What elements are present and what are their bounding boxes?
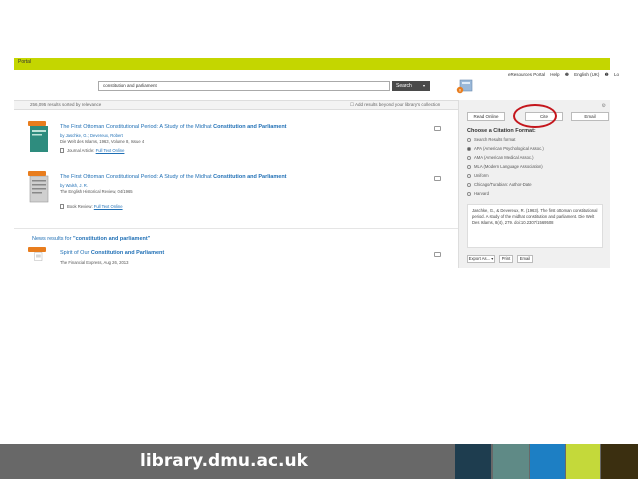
news-heading: News results for "constitution and parli… [32, 236, 151, 242]
comment-icon[interactable] [434, 126, 441, 131]
result-meta: Book Review: Full Text Online [60, 204, 123, 209]
top-bar-label: Portal [18, 59, 32, 65]
citation-text[interactable]: Jaschke, G., & Devereux, R. (1963). The … [467, 204, 603, 248]
radio-icon [467, 138, 471, 142]
format-option[interactable]: APA (American Psychological Assoc.) [467, 146, 544, 151]
footer-swatch [455, 444, 491, 479]
login-link[interactable]: Lo [614, 72, 619, 77]
result-title[interactable]: The First Ottoman Constitutional Period:… [60, 124, 287, 130]
book-cover-thumbnail[interactable] [28, 174, 50, 204]
export-as-button[interactable]: Export As... ▾ [467, 255, 495, 263]
citation-format-heading: Choose a Citation Format: [467, 128, 536, 134]
search-input[interactable]: constitution and parliament [98, 81, 390, 91]
news-source: The Financial Express, Aug 26, 2013 [60, 260, 129, 265]
content-type-tag [28, 171, 46, 176]
results-count: 256,095 results sorted by relevance [30, 102, 102, 107]
chevron-down-icon: ▾ [422, 83, 425, 88]
footer-swatch [493, 444, 529, 479]
comment-icon[interactable] [434, 176, 441, 181]
utility-nav: eResources Portal Help ❷ English (UK) ❷ … [508, 72, 623, 78]
content-type-tag [28, 121, 46, 126]
language-select[interactable]: English (UK) ❷ [574, 72, 609, 77]
radio-icon [467, 192, 471, 196]
result-source: Die Welt des Islams, 1963, Volume 8, Iss… [60, 139, 145, 144]
comment-icon[interactable] [434, 252, 441, 257]
result-author[interactable]: by Jaschke, G.; Devereux, Robert [60, 133, 123, 138]
format-option[interactable]: Chicago/Turabian: Author-Date [467, 182, 532, 187]
content-type-tag [28, 247, 46, 252]
full-text-link[interactable]: Full Text Online [94, 204, 123, 209]
footer-bar: library.dmu.ac.uk [0, 444, 638, 479]
footer-swatch [601, 444, 638, 479]
document-icon [60, 148, 64, 153]
results-header: 256,095 results sorted by relevance ☐ Ad… [14, 100, 458, 110]
tab-read-online[interactable]: Read Online [467, 112, 505, 121]
book-cover-thumbnail[interactable] [28, 124, 50, 154]
news-document-icon [34, 252, 43, 261]
format-option[interactable]: AMA (American Medical Assoc.) [467, 155, 534, 160]
email-button[interactable]: Email [517, 255, 533, 263]
format-option[interactable]: Uniform [467, 173, 489, 178]
format-option[interactable]: MLA (Modern Language Association) [467, 164, 543, 169]
format-option[interactable]: Harvard [467, 191, 489, 196]
footer-url: library.dmu.ac.uk [140, 451, 308, 471]
radio-icon [467, 147, 471, 151]
result-meta: Journal Article: Full Text Online [60, 148, 124, 153]
radio-icon [467, 183, 471, 187]
help-link[interactable]: Help ❷ [550, 72, 569, 77]
add-results-beyond-checkbox[interactable]: ☐ Add results beyond your library's coll… [350, 101, 440, 109]
radio-icon [467, 165, 471, 169]
full-text-link[interactable]: Full Text Online [96, 148, 125, 153]
search-button[interactable]: Search ▾ [392, 81, 430, 91]
eresources-portal-link[interactable]: eResources Portal [508, 72, 545, 77]
radio-icon [467, 174, 471, 178]
print-button[interactable]: Print [499, 255, 513, 263]
highlight-circle [513, 104, 557, 128]
tab-email[interactable]: Email [571, 112, 609, 121]
gear-icon[interactable]: ⚙ [602, 103, 606, 109]
result-author[interactable]: by Walsh, J. R. [60, 183, 88, 188]
news-title[interactable]: Spirit of Our Constitution and Parliamen… [60, 250, 164, 256]
result-title[interactable]: The First Ottoman Constitutional Period:… [60, 174, 287, 180]
book-stack-icon[interactable]: 0 [456, 78, 474, 94]
result-source: The English Historical Review, 04/1965 [60, 189, 133, 194]
format-option[interactable]: Search Results format [467, 137, 515, 142]
divider [14, 228, 458, 229]
radio-icon [467, 156, 471, 160]
top-accent-bar: Portal [14, 58, 610, 70]
document-icon [60, 204, 64, 209]
footer-swatch [566, 444, 600, 479]
footer-swatch [530, 444, 565, 479]
